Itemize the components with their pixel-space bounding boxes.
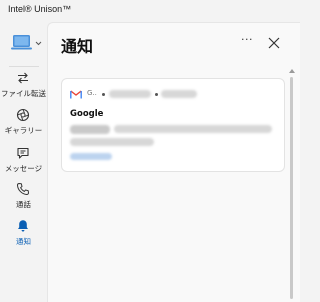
title-bar: Intel® Unison™ [0,0,300,22]
sidebar-item-gallery[interactable]: ギャラリー [0,108,47,142]
notification-sender: Google [70,109,104,119]
redacted-body [70,138,154,146]
laptop-icon [11,35,42,50]
notifications-panel: 通知 ··· G.. Google [47,22,300,302]
sidebar-item-label: 通知 [16,237,31,246]
divider [9,66,39,67]
sidebar-item-label: メッセージ [4,164,43,173]
sidebar-item-file-transfer[interactable]: ファイル転送 [0,71,47,105]
separator-dot [155,93,158,96]
separator-dot [102,93,105,96]
redacted-time [161,90,197,98]
gallery-icon [16,108,30,122]
phone-icon [16,183,29,196]
scrollbar[interactable] [288,69,296,301]
chevron-down-icon [35,41,42,46]
sidebar-item-notifications[interactable]: 通知 [0,219,47,253]
more-options-button[interactable]: ··· [239,34,255,49]
bell-icon [18,220,28,232]
redacted-action[interactable] [70,153,112,160]
sidebar-item-label: ギャラリー [4,126,43,135]
transfer-icon [18,72,28,84]
redacted-body [114,125,272,133]
gmail-icon [70,90,82,99]
device-selector[interactable] [10,32,44,54]
sidebar-item-messages[interactable]: メッセージ [0,146,47,180]
scroll-up-icon[interactable] [289,69,295,73]
redacted-subject [70,125,110,134]
notification-card[interactable]: G.. Google [61,78,285,172]
sidebar-item-label: 通話 [16,200,31,209]
sidebar-item-label: ファイル転送 [1,89,46,98]
window-title: Intel® Unison™ [8,4,72,14]
redacted-account [109,90,151,98]
scroll-thumb[interactable] [290,77,293,299]
page-title: 通知 [61,37,94,56]
sidebar-item-calls[interactable]: 通話 [0,182,47,216]
notification-app-name: G.. [87,89,97,97]
message-icon [17,147,29,159]
sidebar: ファイル転送 ギャラリー メッセージ 通話 通知 [0,22,47,302]
close-icon[interactable] [267,36,281,50]
